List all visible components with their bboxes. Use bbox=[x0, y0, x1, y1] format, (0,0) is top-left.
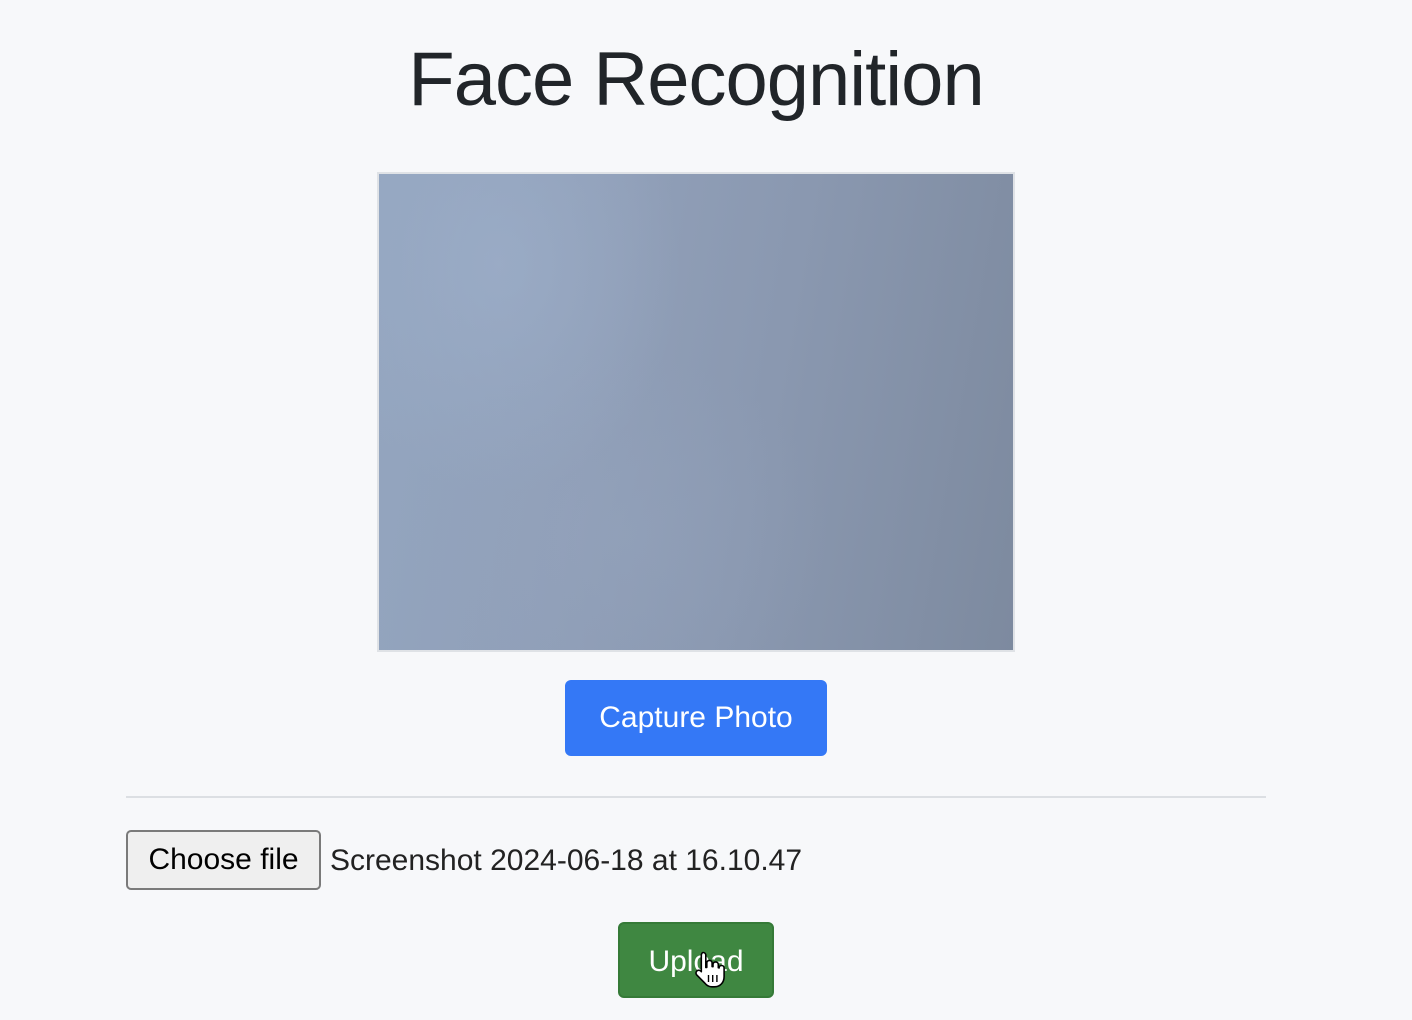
capture-photo-button[interactable]: Capture Photo bbox=[565, 680, 827, 756]
page-title: Face Recognition bbox=[408, 37, 984, 122]
selected-file-name: Screenshot 2024-06-18 at 16.10.47 bbox=[330, 844, 803, 877]
page: Face Recognition Capture Photo Choose fi… bbox=[0, 0, 1412, 1020]
camera-preview bbox=[377, 172, 1015, 652]
choose-file-button[interactable]: Choose file bbox=[126, 830, 321, 890]
upload-button[interactable]: Upload bbox=[618, 922, 774, 998]
divider bbox=[126, 796, 1266, 798]
